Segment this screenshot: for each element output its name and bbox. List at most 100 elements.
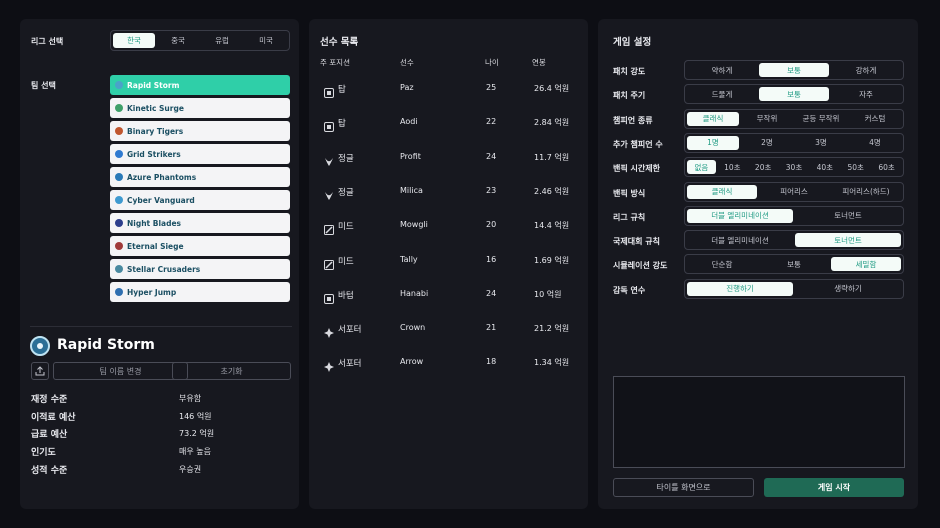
setting-option[interactable]: 2명 — [741, 136, 793, 150]
setting-selector: 없음 10초 20초 30초 40초 50초 60초 — [684, 157, 904, 178]
setting-option[interactable]: 커스텀 — [849, 112, 901, 126]
setting-label: 추가 챔피언 수 — [613, 139, 663, 149]
team-item[interactable]: Binary Tigers — [110, 121, 290, 141]
rename-team-button[interactable]: 팀 이름 변경 — [53, 362, 188, 380]
team-emblem-icon — [115, 104, 123, 112]
setting-option[interactable]: 클래식 — [687, 111, 739, 126]
setting-label: 시뮬레이션 강도 — [613, 261, 668, 271]
roster-player-cell: Mowgli — [400, 220, 428, 230]
setting-option[interactable]: 클래식 — [687, 184, 757, 199]
roster-salary-cell: 26.4 억원 — [534, 84, 570, 93]
league-option[interactable]: 유럽 — [201, 33, 243, 48]
roster-position-cell: 미드 — [338, 256, 354, 267]
setting-option[interactable]: 피어리스(하드) — [831, 185, 901, 199]
player-header: 선수 — [400, 58, 414, 67]
setting-option[interactable]: 단순함 — [687, 257, 757, 271]
setting-option[interactable]: 세밀함 — [831, 257, 901, 272]
roster-salary-cell: 14.4 억원 — [534, 221, 570, 231]
setting-option[interactable]: 없음 — [687, 160, 716, 175]
setting-option[interactable]: 드물게 — [687, 87, 757, 101]
team-item-label: Hyper Jump — [127, 287, 177, 297]
setting-option[interactable]: 3명 — [795, 136, 847, 150]
setting-option[interactable]: 무작위 — [741, 112, 793, 126]
stat-label: 성적 수준 — [31, 465, 68, 476]
roster-player-cell: Paz — [400, 83, 414, 92]
league-option[interactable]: 한국 — [113, 33, 155, 48]
team-item-label: Cyber Vanguard — [127, 195, 195, 205]
setting-option[interactable]: 강하게 — [831, 63, 901, 77]
setting-option[interactable]: 균등 무작위 — [795, 112, 847, 126]
log-textarea[interactable] — [613, 376, 905, 468]
team-item[interactable]: Rapid Storm — [110, 75, 290, 95]
setting-option[interactable]: 1명 — [687, 135, 739, 150]
setting-option[interactable]: 진행하기 — [687, 281, 793, 296]
team-emblem-icon — [115, 219, 123, 227]
setting-label: 패치 주기 — [613, 91, 646, 101]
start-game-button[interactable]: 게임 시작 — [764, 478, 904, 497]
setting-option[interactable]: 토너먼트 — [795, 233, 901, 248]
roster-title: 선수 목록 — [320, 37, 359, 48]
league-option[interactable]: 중국 — [157, 33, 199, 48]
setting-option[interactable]: 30초 — [780, 160, 809, 174]
setting-option[interactable]: 약하게 — [687, 63, 757, 77]
setting-option[interactable]: 4명 — [849, 136, 901, 150]
team-item[interactable]: Grid Strikers — [110, 144, 290, 164]
settings-title: 게임 설정 — [613, 37, 652, 48]
setting-option[interactable]: 60초 — [872, 160, 901, 174]
team-emblem-icon — [115, 288, 123, 296]
team-item-label: Night Blades — [127, 218, 182, 228]
team-item[interactable]: Hyper Jump — [110, 282, 290, 302]
roster-position-cell: 정글 — [338, 187, 354, 198]
setting-option[interactable]: 더블 엘리미네이션 — [687, 233, 793, 247]
team-emblem-icon — [115, 150, 123, 158]
setting-option[interactable]: 자주 — [831, 87, 901, 101]
stat-label: 재정 수준 — [31, 395, 68, 405]
team-item[interactable]: Kinetic Surge — [110, 98, 290, 118]
roster-age-cell: 24 — [486, 151, 497, 161]
setting-option[interactable]: 더블 엘리미네이션 — [687, 208, 793, 223]
roster-player-cell: Hanabi — [400, 288, 429, 298]
team-item[interactable]: Night Blades — [110, 213, 290, 233]
league-selector: 한국 중국 유럽 미국 — [110, 30, 290, 51]
setting-option[interactable]: 피어리스 — [759, 185, 829, 199]
title-screen-button[interactable]: 타이틀 화면으로 — [613, 478, 754, 497]
team-item[interactable]: Eternal Siege — [110, 236, 290, 256]
roster-player-cell: Tally — [400, 254, 418, 264]
setting-label: 리그 규칙 — [613, 212, 646, 222]
league-option[interactable]: 미국 — [245, 33, 287, 48]
team-item-label: Binary Tigers — [127, 126, 184, 136]
team-emblem-icon — [115, 196, 123, 204]
setting-option[interactable]: 생략하기 — [795, 282, 901, 296]
setting-option[interactable]: 보통 — [759, 87, 829, 102]
roster-salary-cell: 10 억원 — [534, 289, 562, 299]
roster-age-cell: 20 — [486, 220, 497, 230]
setting-option[interactable]: 50초 — [841, 160, 870, 174]
upload-icon — [35, 366, 45, 376]
stat-value: 73.2 억원 — [179, 429, 215, 439]
team-item-label: Stellar Crusaders — [127, 264, 201, 274]
reset-button[interactable]: 초기화 — [172, 362, 291, 380]
team-emblem-icon — [115, 81, 123, 89]
setting-option[interactable]: 보통 — [759, 63, 829, 77]
setting-option[interactable]: 20초 — [749, 160, 778, 174]
setting-option[interactable]: 10초 — [718, 160, 747, 174]
setting-option[interactable]: 토너먼트 — [795, 209, 901, 223]
share-button[interactable] — [31, 362, 49, 380]
setting-option[interactable]: 40초 — [810, 160, 839, 174]
team-item[interactable]: Cyber Vanguard — [110, 190, 290, 210]
support-icon — [324, 357, 334, 373]
roster-player-cell: Profit — [400, 151, 421, 161]
roster-salary-cell: 11.7 억원 — [534, 152, 570, 162]
team-logo — [30, 336, 50, 356]
settings-panel: 게임 설정 타이틀 화면으로 게임 시작 패치 강도 약하게 보통 강하게 패치 주기 드… — [598, 19, 918, 509]
setting-label: 감독 연수 — [613, 285, 646, 295]
roster-player-cell: Aodi — [400, 117, 418, 127]
roster-age-cell: 24 — [486, 288, 497, 298]
team-item[interactable]: Azure Phantoms — [110, 167, 290, 187]
roster-position-cell: 탑 — [338, 85, 346, 95]
team-item[interactable]: Stellar Crusaders — [110, 259, 290, 279]
mid-icon — [324, 255, 334, 270]
roster-age-cell: 21 — [486, 323, 497, 333]
setting-option[interactable]: 보통 — [759, 257, 829, 271]
roster-age-cell: 16 — [486, 254, 497, 264]
